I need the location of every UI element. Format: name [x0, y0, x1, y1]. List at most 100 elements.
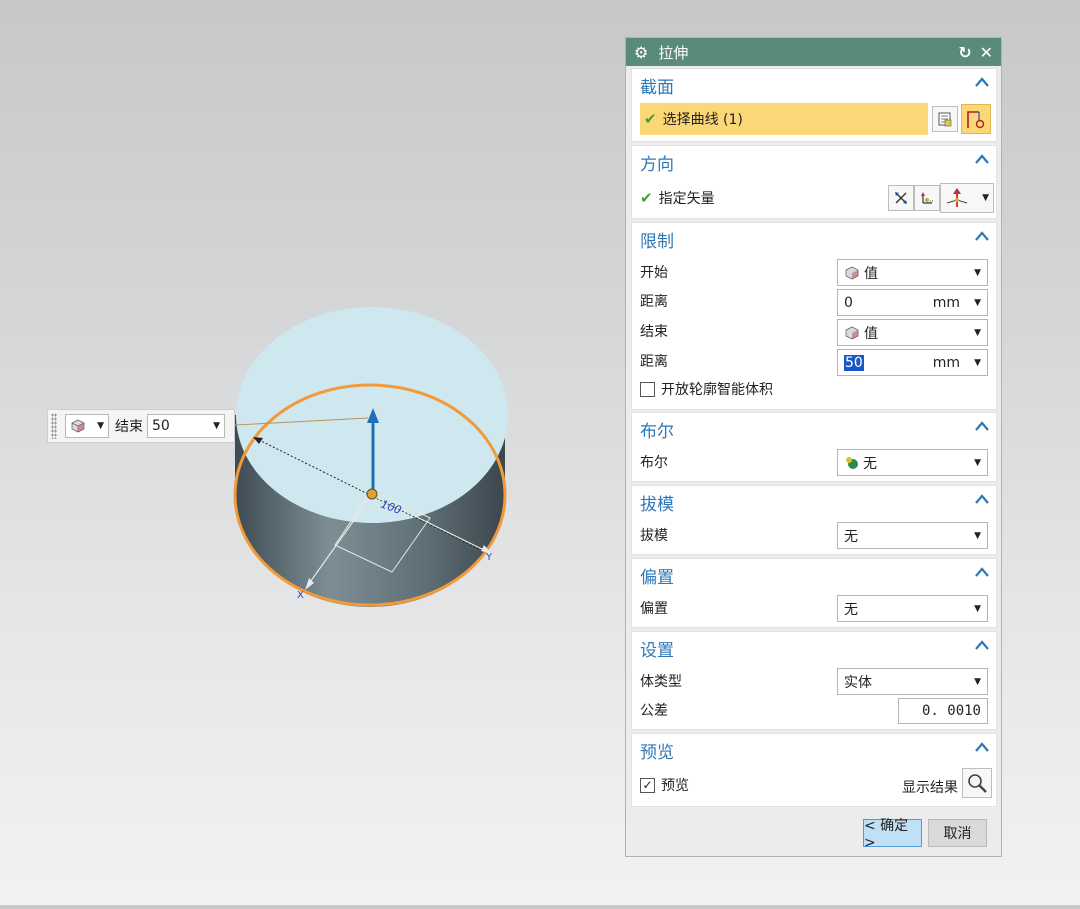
start-type-value: 值	[864, 265, 878, 282]
close-icon[interactable]: ✕	[980, 43, 993, 62]
draft-group: 拔模 拔模 无 ▼	[631, 485, 997, 555]
preview-group: 预览 ✓ 预览 显示结果	[631, 733, 997, 807]
collapse-chevron-icon[interactable]	[975, 420, 989, 432]
start-distance-input[interactable]: 0 mm ▼	[837, 289, 988, 316]
settings-header[interactable]: 设置	[640, 636, 674, 661]
open-profile-row: 开放轮廓智能体积	[640, 375, 988, 403]
boolean-value: 无	[863, 455, 877, 472]
origin-handle[interactable]	[366, 488, 378, 500]
axis-x-label: X	[297, 590, 304, 601]
extrude-dialog: ⚙ 拉伸 ↻ ✕ 截面 ✔ 选择曲线 (1) 方向 ✔ 指定矢量 ▼ 限制 开始…	[625, 37, 1002, 857]
end-distance-input[interactable]: 50 ▼	[147, 414, 225, 438]
model-view[interactable]: X Y 100	[0, 0, 620, 905]
end-distance-unit: mm	[932, 354, 961, 371]
select-curve-row[interactable]: ✔ 选择曲线 (1)	[640, 103, 928, 135]
tolerance-value[interactable]: 0. 0010	[922, 703, 981, 719]
chevron-down-icon[interactable]: ▼	[974, 358, 981, 368]
chevron-down-icon: ▼	[974, 676, 981, 687]
collapse-chevron-icon[interactable]	[975, 76, 989, 88]
limits-header[interactable]: 限制	[640, 227, 674, 252]
end-distance-value: 50	[152, 418, 170, 434]
drag-grip[interactable]	[51, 413, 57, 439]
select-curve-label: 选择曲线 (1)	[662, 112, 743, 128]
draft-dropdown[interactable]: 无 ▼	[837, 522, 988, 549]
on-screen-input-box: ▼ 结束 50 ▼	[47, 409, 235, 443]
offset-label: 偏置	[640, 601, 668, 617]
gear-icon[interactable]: ⚙	[634, 43, 648, 62]
axis-y-label: Y	[485, 552, 493, 563]
preview-checkbox[interactable]: ✓	[640, 777, 655, 793]
reverse-direction-button[interactable]	[888, 185, 914, 211]
check-icon: ✔	[640, 189, 653, 207]
vector-dialog-button[interactable]	[914, 185, 940, 211]
end-label: 结束	[115, 419, 143, 435]
offset-header[interactable]: 偏置	[640, 563, 674, 588]
collapse-chevron-icon[interactable]	[975, 741, 989, 753]
boolean-header[interactable]: 布尔	[640, 417, 674, 442]
offset-dropdown[interactable]: 无 ▼	[837, 595, 988, 622]
preview-label: 预览	[661, 778, 689, 794]
offset-group: 偏置 偏置 无 ▼	[631, 558, 997, 628]
ok-button[interactable]: < 确定 >	[863, 818, 922, 851]
dialog-title-bar[interactable]: ⚙ 拉伸 ↻ ✕	[626, 38, 1001, 66]
tolerance-label: 公差	[640, 703, 668, 719]
end-type-value: 值	[864, 325, 878, 342]
draft-header[interactable]: 拔模	[640, 490, 674, 515]
offset-value: 无	[844, 601, 858, 618]
chevron-down-icon: ▼	[982, 193, 989, 203]
collapse-chevron-icon[interactable]	[975, 493, 989, 505]
end-type-dropdown[interactable]: 值 ▼	[837, 319, 988, 346]
end-distance-label: 距离	[640, 354, 668, 370]
reverse-direction-icon	[895, 192, 907, 204]
body-type-value: 实体	[844, 674, 872, 691]
chevron-down-icon: ▼	[974, 327, 981, 338]
sketch-section-button[interactable]	[932, 106, 958, 132]
vector-dialog-icon	[921, 192, 933, 204]
section-header[interactable]: 截面	[640, 73, 674, 98]
preview-header[interactable]: 预览	[640, 738, 674, 763]
magnifier-icon	[968, 774, 987, 793]
collapse-chevron-icon[interactable]	[975, 230, 989, 242]
body-type-dropdown[interactable]: 实体 ▼	[837, 668, 988, 695]
chevron-down-icon[interactable]: ▼	[213, 421, 220, 431]
open-profile-checkbox[interactable]	[640, 381, 655, 397]
collapse-chevron-icon[interactable]	[975, 566, 989, 578]
start-distance-label: 距离	[640, 294, 668, 310]
vector-type-dropdown[interactable]: ▼	[940, 183, 994, 213]
chevron-down-icon: ▼	[974, 267, 981, 278]
dialog-title: 拉伸	[658, 43, 689, 62]
boolean-group: 布尔 布尔 无 ▼	[631, 412, 997, 482]
direction-header[interactable]: 方向	[640, 150, 674, 175]
collapse-chevron-icon[interactable]	[975, 153, 989, 165]
show-result-button[interactable]	[962, 768, 992, 798]
section-group: 截面 ✔ 选择曲线 (1)	[631, 68, 997, 142]
end-distance-value[interactable]: 50	[844, 354, 864, 371]
limits-group: 限制 开始 值 ▼ 距离 0 mm ▼ 结束 值 ▼ 距离 50 mm ▼ 开放…	[631, 222, 997, 410]
graphics-viewport[interactable]: X Y 100 ▼ 结束 50 ▼	[0, 0, 620, 905]
chevron-down-icon: ▼	[974, 457, 981, 468]
limit-type-dropdown[interactable]: ▼	[65, 414, 109, 438]
check-icon: ✔	[644, 110, 657, 128]
boolean-label: 布尔	[640, 455, 668, 471]
cancel-button[interactable]: 取消	[928, 819, 987, 847]
collapse-chevron-icon[interactable]	[975, 639, 989, 651]
end-distance-input[interactable]: 50 mm ▼	[837, 349, 988, 376]
start-distance-value[interactable]: 0	[844, 295, 933, 311]
inferred-vector-icon	[946, 188, 968, 207]
open-profile-label: 开放轮廓智能体积	[661, 382, 773, 398]
tolerance-input[interactable]: 0. 0010	[898, 698, 988, 724]
settings-group: 设置 体类型 实体 ▼ 公差 0. 0010	[631, 631, 997, 730]
curve-icon	[967, 111, 985, 129]
chevron-down-icon: ▼	[974, 603, 981, 614]
direction-group: 方向 ✔ 指定矢量 ▼	[631, 145, 997, 219]
boolean-dropdown[interactable]: 无 ▼	[837, 449, 988, 476]
sketch-icon	[938, 112, 952, 127]
chevron-down-icon[interactable]: ▼	[974, 298, 981, 308]
curve-selection-button[interactable]	[961, 104, 991, 134]
end-label: 结束	[640, 324, 668, 340]
start-type-dropdown[interactable]: 值 ▼	[837, 259, 988, 286]
value-cube-icon	[845, 266, 859, 279]
reset-icon[interactable]: ↻	[958, 43, 971, 62]
value-cube-icon	[845, 326, 859, 339]
start-distance-unit: mm	[932, 294, 961, 311]
